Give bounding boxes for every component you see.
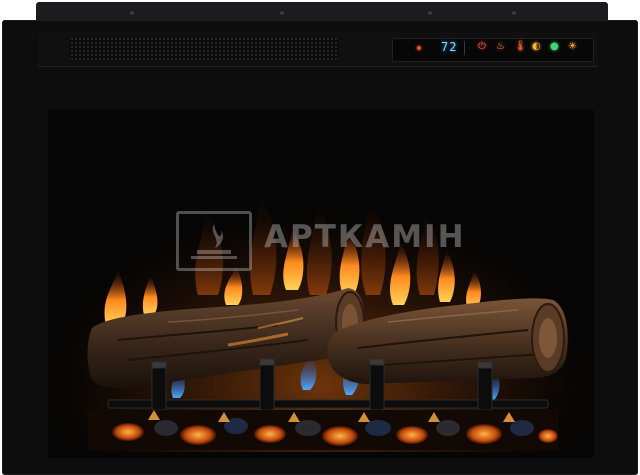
sun-icon[interactable]: ☀ — [568, 40, 577, 54]
fireplace-photo: 72 ⏻ ♨ 🌡 ◐ ● ☀ АРТКАМІН — [0, 0, 640, 475]
screw-icon — [512, 11, 516, 15]
color-palette-icon[interactable]: ● — [550, 40, 559, 54]
heater-vent-grille — [70, 37, 338, 61]
temperature-readout: 72 — [441, 40, 458, 54]
screw-icon — [280, 11, 284, 15]
brightness-icon[interactable]: ◐ — [532, 40, 541, 54]
watermark-logo-icon — [176, 211, 252, 271]
screw-icon — [428, 11, 432, 15]
status-led-icon — [417, 46, 421, 50]
firebox — [48, 110, 594, 455]
watermark: АРТКАМІН — [176, 211, 466, 271]
control-panel — [392, 38, 594, 62]
flame-icon[interactable]: ♨ — [496, 40, 505, 54]
power-icon[interactable]: ⏻ — [478, 40, 486, 54]
ember-bed — [88, 410, 558, 450]
firebox-floor — [48, 452, 594, 458]
watermark-text: АРТКАМІН — [264, 219, 466, 255]
heat-icon[interactable]: 🌡 — [514, 40, 527, 54]
fire-scene — [48, 110, 594, 455]
panel-divider — [464, 41, 465, 55]
screw-icon — [130, 11, 134, 15]
